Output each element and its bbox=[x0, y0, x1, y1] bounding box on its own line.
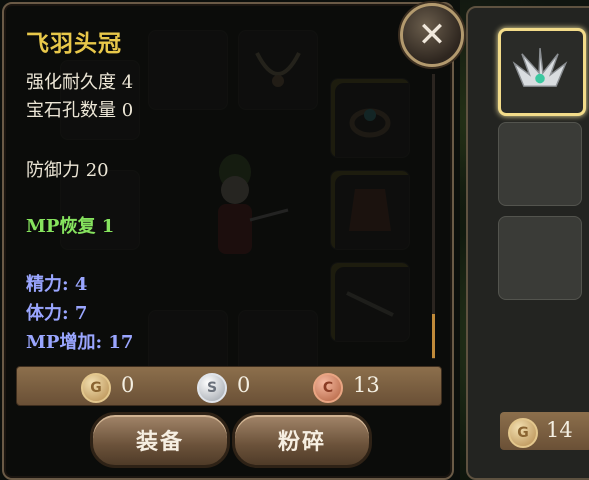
mp-bonus-stat: MP增加: 17 bbox=[26, 332, 134, 353]
durability-text: 强化耐久度 4 bbox=[26, 72, 134, 93]
gold-coin-icon: G bbox=[508, 418, 538, 448]
close-icon: ✕ bbox=[417, 15, 447, 55]
gold-value: 0 bbox=[121, 373, 135, 397]
item-name: 飞羽头冠 bbox=[26, 30, 122, 57]
gem-slots-text: 宝石孔数量 0 bbox=[26, 100, 134, 121]
silver-value: 0 bbox=[237, 373, 251, 397]
smash-button-label: 粉碎 bbox=[277, 429, 326, 455]
tooltip-scroll-thumb[interactable] bbox=[432, 314, 435, 358]
gold-counter: G 14 bbox=[500, 412, 589, 450]
mp-regen-text: MP恢复 1 bbox=[26, 216, 115, 237]
smash-button[interactable]: 粉碎 bbox=[232, 412, 372, 468]
inventory-slot-empty[interactable] bbox=[498, 122, 582, 206]
stamina-stat: 体力: 7 bbox=[26, 303, 88, 324]
close-button[interactable]: ✕ bbox=[400, 3, 464, 67]
inventory-slot-empty[interactable] bbox=[498, 216, 582, 300]
price-bar: G 0 S 0 C 13 bbox=[16, 366, 442, 406]
equip-button[interactable]: 装备 bbox=[90, 412, 230, 468]
gold-coin-icon: G bbox=[81, 373, 111, 403]
feather-crown-icon bbox=[512, 48, 568, 87]
equip-button-label: 装备 bbox=[135, 429, 184, 455]
copper-coin-icon: C bbox=[313, 373, 343, 403]
gold-total-value: 14 bbox=[546, 418, 573, 442]
copper-value: 13 bbox=[353, 373, 380, 397]
spirit-stat: 精力: 4 bbox=[26, 274, 88, 295]
defense-text: 防御力 20 bbox=[26, 160, 109, 181]
silver-coin-icon: S bbox=[197, 373, 227, 403]
item-tooltip: 飞羽头冠 强化耐久度 4 宝石孔数量 0 防御力 20 MP恢复 1 精力: 4… bbox=[2, 2, 454, 480]
inventory-slot-selected[interactable] bbox=[498, 28, 586, 116]
